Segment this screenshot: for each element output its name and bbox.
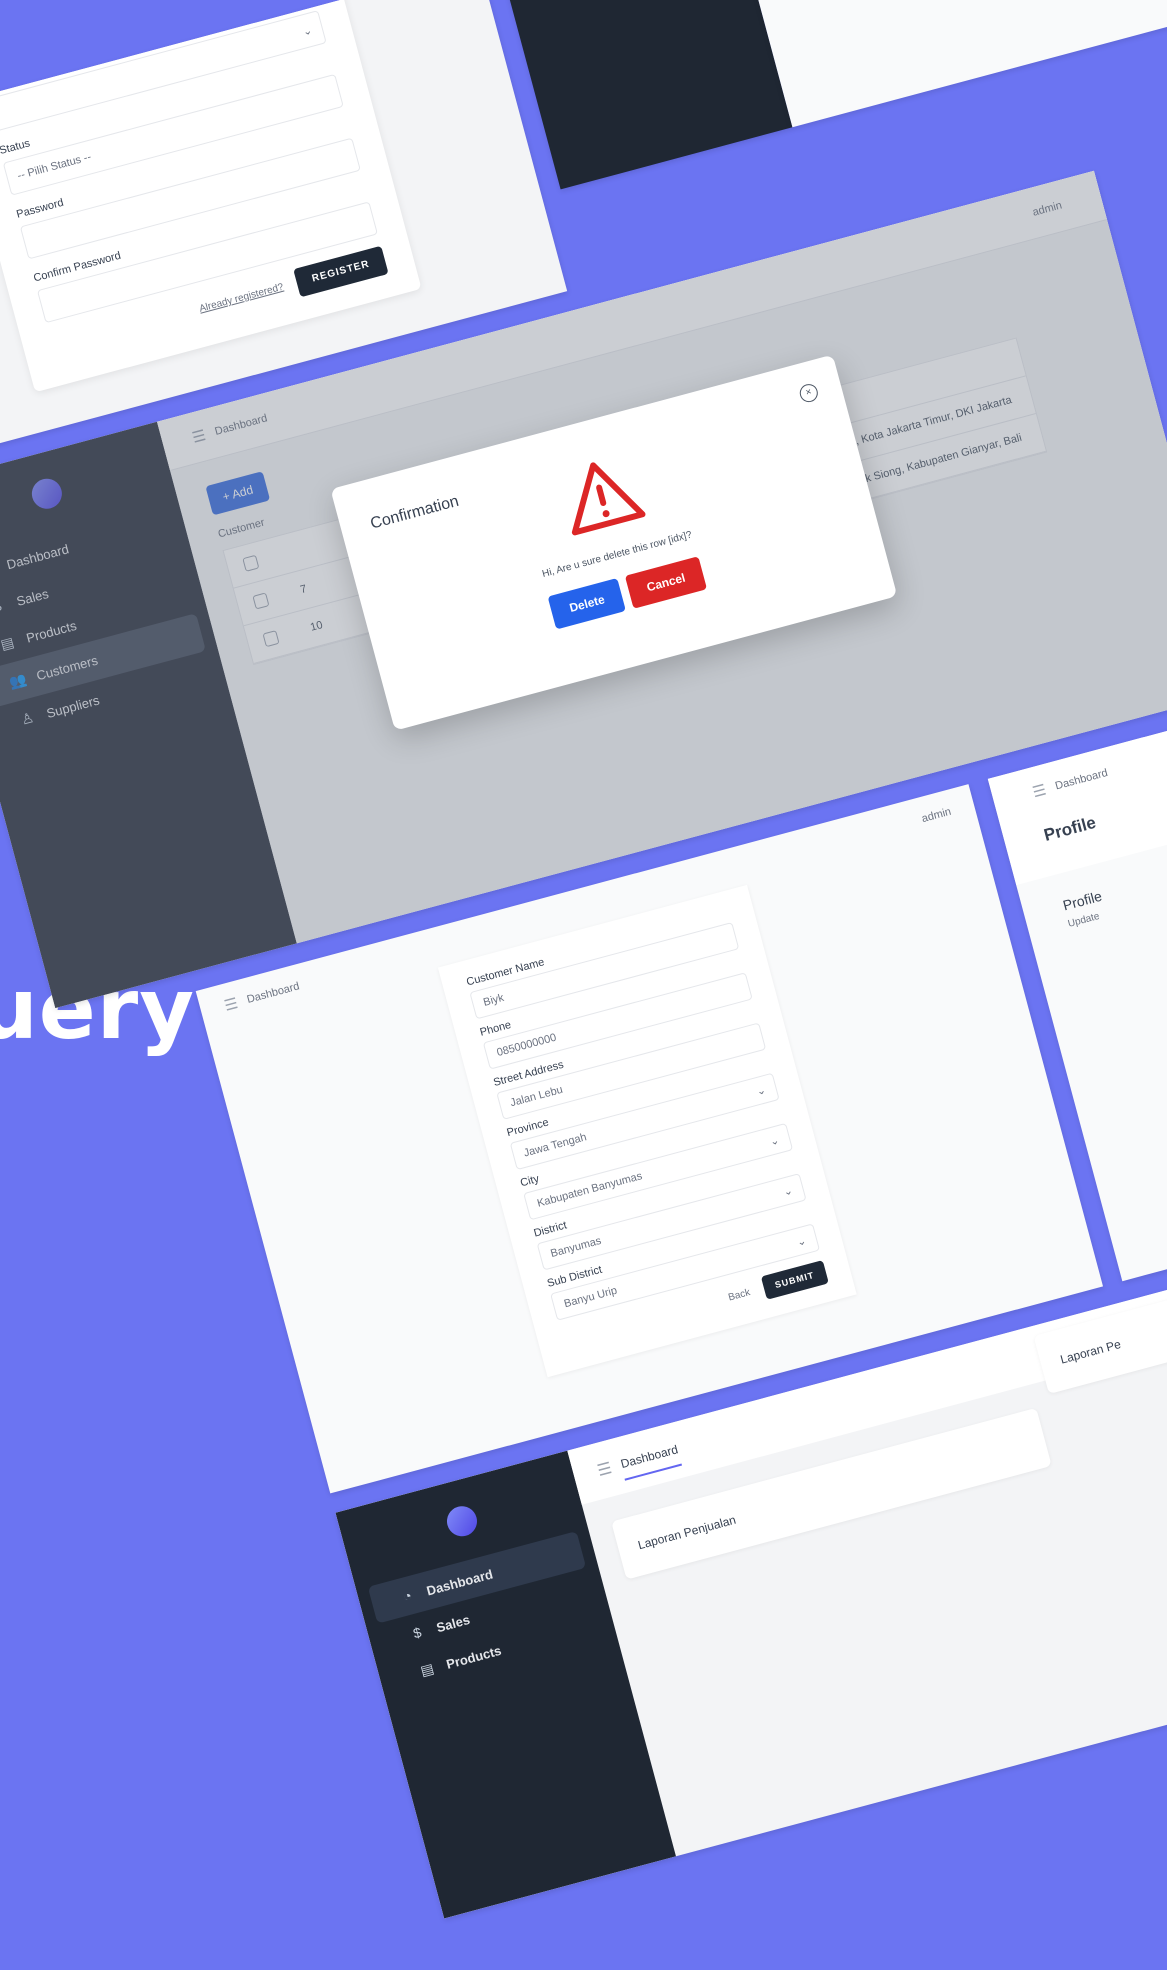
sidebar-item-label: Products xyxy=(444,1642,503,1672)
menu-icon[interactable]: ☰ xyxy=(222,994,240,1015)
screens-collage: Email ⌄ Status -- Pilih Status -- Passwo… xyxy=(0,0,1167,1919)
street-address-value: Jalan Lebu xyxy=(508,1083,565,1110)
warning-icon xyxy=(571,462,646,536)
menu-icon[interactable]: ☰ xyxy=(595,1458,614,1481)
back-link[interactable]: Back xyxy=(727,1287,751,1303)
register-card: Email ⌄ Status -- Pilih Status -- Passwo… xyxy=(0,0,422,393)
chevron-down-icon: ⌄ xyxy=(795,1234,808,1249)
card-title: Laporan Pe xyxy=(1058,1337,1123,1367)
phone-value: 0850000000 xyxy=(495,1031,558,1060)
breadcrumb[interactable]: Dashboard xyxy=(1054,767,1109,793)
close-icon[interactable]: × xyxy=(797,382,820,405)
sidebar-item-label: Dashboard xyxy=(424,1565,495,1599)
chevron-down-icon: ⌄ xyxy=(768,1133,781,1148)
status-placeholder: -- Pilih Status -- xyxy=(16,151,93,183)
breadcrumb[interactable]: Dashboard xyxy=(619,1442,683,1481)
top-dark-panel xyxy=(498,0,793,190)
province-value: Jawa Tengah xyxy=(522,1131,588,1160)
chevron-down-icon: ⌄ xyxy=(301,24,314,39)
sub-district-value: Banyu Urip xyxy=(562,1284,619,1311)
submit-button[interactable]: SUBMIT xyxy=(760,1260,829,1300)
top-right-panel xyxy=(730,0,1167,128)
district-value: Banyumas xyxy=(549,1234,603,1260)
box-icon: ▤ xyxy=(418,1659,436,1679)
app-logo xyxy=(443,1502,481,1540)
dashboard-icon: ◔ xyxy=(401,1587,414,1605)
delete-button[interactable]: Delete xyxy=(547,577,627,630)
card-title: Laporan Penjualan xyxy=(636,1512,738,1553)
dollar-icon: $ xyxy=(411,1623,424,1642)
modal-title: Confirmation xyxy=(368,492,461,533)
sidebar-item-label: Sales xyxy=(434,1611,472,1635)
register-button[interactable]: REGISTER xyxy=(293,245,389,298)
user-menu[interactable]: admin xyxy=(920,806,952,825)
customer-name-value: Biyk xyxy=(482,991,506,1009)
chevron-down-icon: ⌄ xyxy=(782,1184,795,1199)
chevron-down-icon: ⌄ xyxy=(755,1083,768,1098)
already-registered-link[interactable]: Already registered? xyxy=(198,282,285,315)
menu-icon[interactable]: ☰ xyxy=(1031,781,1048,802)
breadcrumb[interactable]: Dashboard xyxy=(246,980,301,1006)
cancel-button[interactable]: Cancel xyxy=(625,556,707,609)
customer-form-card: Customer Name Biyk Phone 0850000000 Stre… xyxy=(437,884,857,1378)
